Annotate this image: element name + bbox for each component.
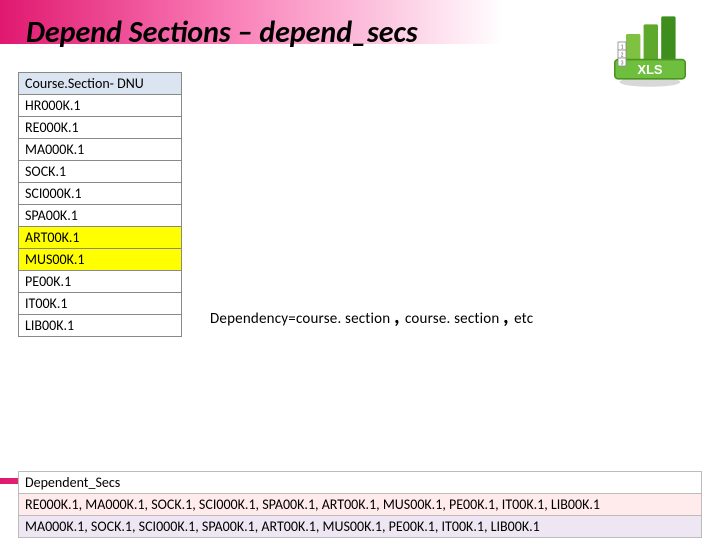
table-row: SPA00K.1 (19, 205, 182, 227)
formula-comma-2: , (503, 302, 514, 329)
table-row: HR000K.1 (19, 95, 182, 117)
formula-part-1: Dependency=course. section (210, 310, 390, 328)
svg-text:XLS: XLS (638, 62, 663, 77)
table-row: SCI000K.1 (19, 183, 182, 205)
table-row: RE000K.1, MA000K.1, SOCK.1, SCI000K.1, S… (19, 494, 702, 516)
course-table-header: Course.Section- DNU (19, 73, 182, 95)
formula-comma-1: , (394, 302, 405, 329)
svg-text:2: 2 (621, 51, 624, 58)
course-cell: IT00K.1 (19, 293, 182, 315)
page-title: Depend Sections – depend_secs (26, 14, 418, 51)
course-cell: HR000K.1 (19, 95, 182, 117)
course-cell: MUS00K.1 (19, 249, 182, 271)
course-cell: PE00K.1 (19, 271, 182, 293)
course-cell: SPA00K.1 (19, 205, 182, 227)
course-cell: MA000K.1 (19, 139, 182, 161)
dep-cell: RE000K.1, MA000K.1, SOCK.1, SCI000K.1, S… (19, 494, 702, 516)
table-row: PE00K.1 (19, 271, 182, 293)
svg-text:1: 1 (621, 43, 624, 50)
course-cell: ART00K.1 (19, 227, 182, 249)
xls-icon: XLS 1 2 3 (610, 10, 690, 90)
table-row: MA000K.1 (19, 139, 182, 161)
table-row: MA000K.1, SOCK.1, SCI000K.1, SPA00K.1, A… (19, 516, 702, 538)
formula-text: Dependency=course. section , course. sec… (210, 302, 533, 329)
dependent-secs-table: Dependent_Secs RE000K.1, MA000K.1, SOCK.… (18, 471, 702, 538)
course-section-table: Course.Section- DNU HR000K.1RE000K.1MA00… (18, 72, 182, 337)
dep-table-header: Dependent_Secs (19, 472, 702, 494)
svg-text:3: 3 (621, 59, 624, 66)
course-cell: RE000K.1 (19, 117, 182, 139)
course-cell: LIB00K.1 (19, 315, 182, 337)
table-row: IT00K.1 (19, 293, 182, 315)
course-cell: SOCK.1 (19, 161, 182, 183)
formula-part-3: etc (514, 310, 533, 328)
course-cell: SCI000K.1 (19, 183, 182, 205)
table-row: ART00K.1 (19, 227, 182, 249)
table-row: LIB00K.1 (19, 315, 182, 337)
dep-cell: MA000K.1, SOCK.1, SCI000K.1, SPA00K.1, A… (19, 516, 702, 538)
table-row: SOCK.1 (19, 161, 182, 183)
table-row: RE000K.1 (19, 117, 182, 139)
formula-part-2: course. section (405, 310, 499, 328)
table-row: MUS00K.1 (19, 249, 182, 271)
